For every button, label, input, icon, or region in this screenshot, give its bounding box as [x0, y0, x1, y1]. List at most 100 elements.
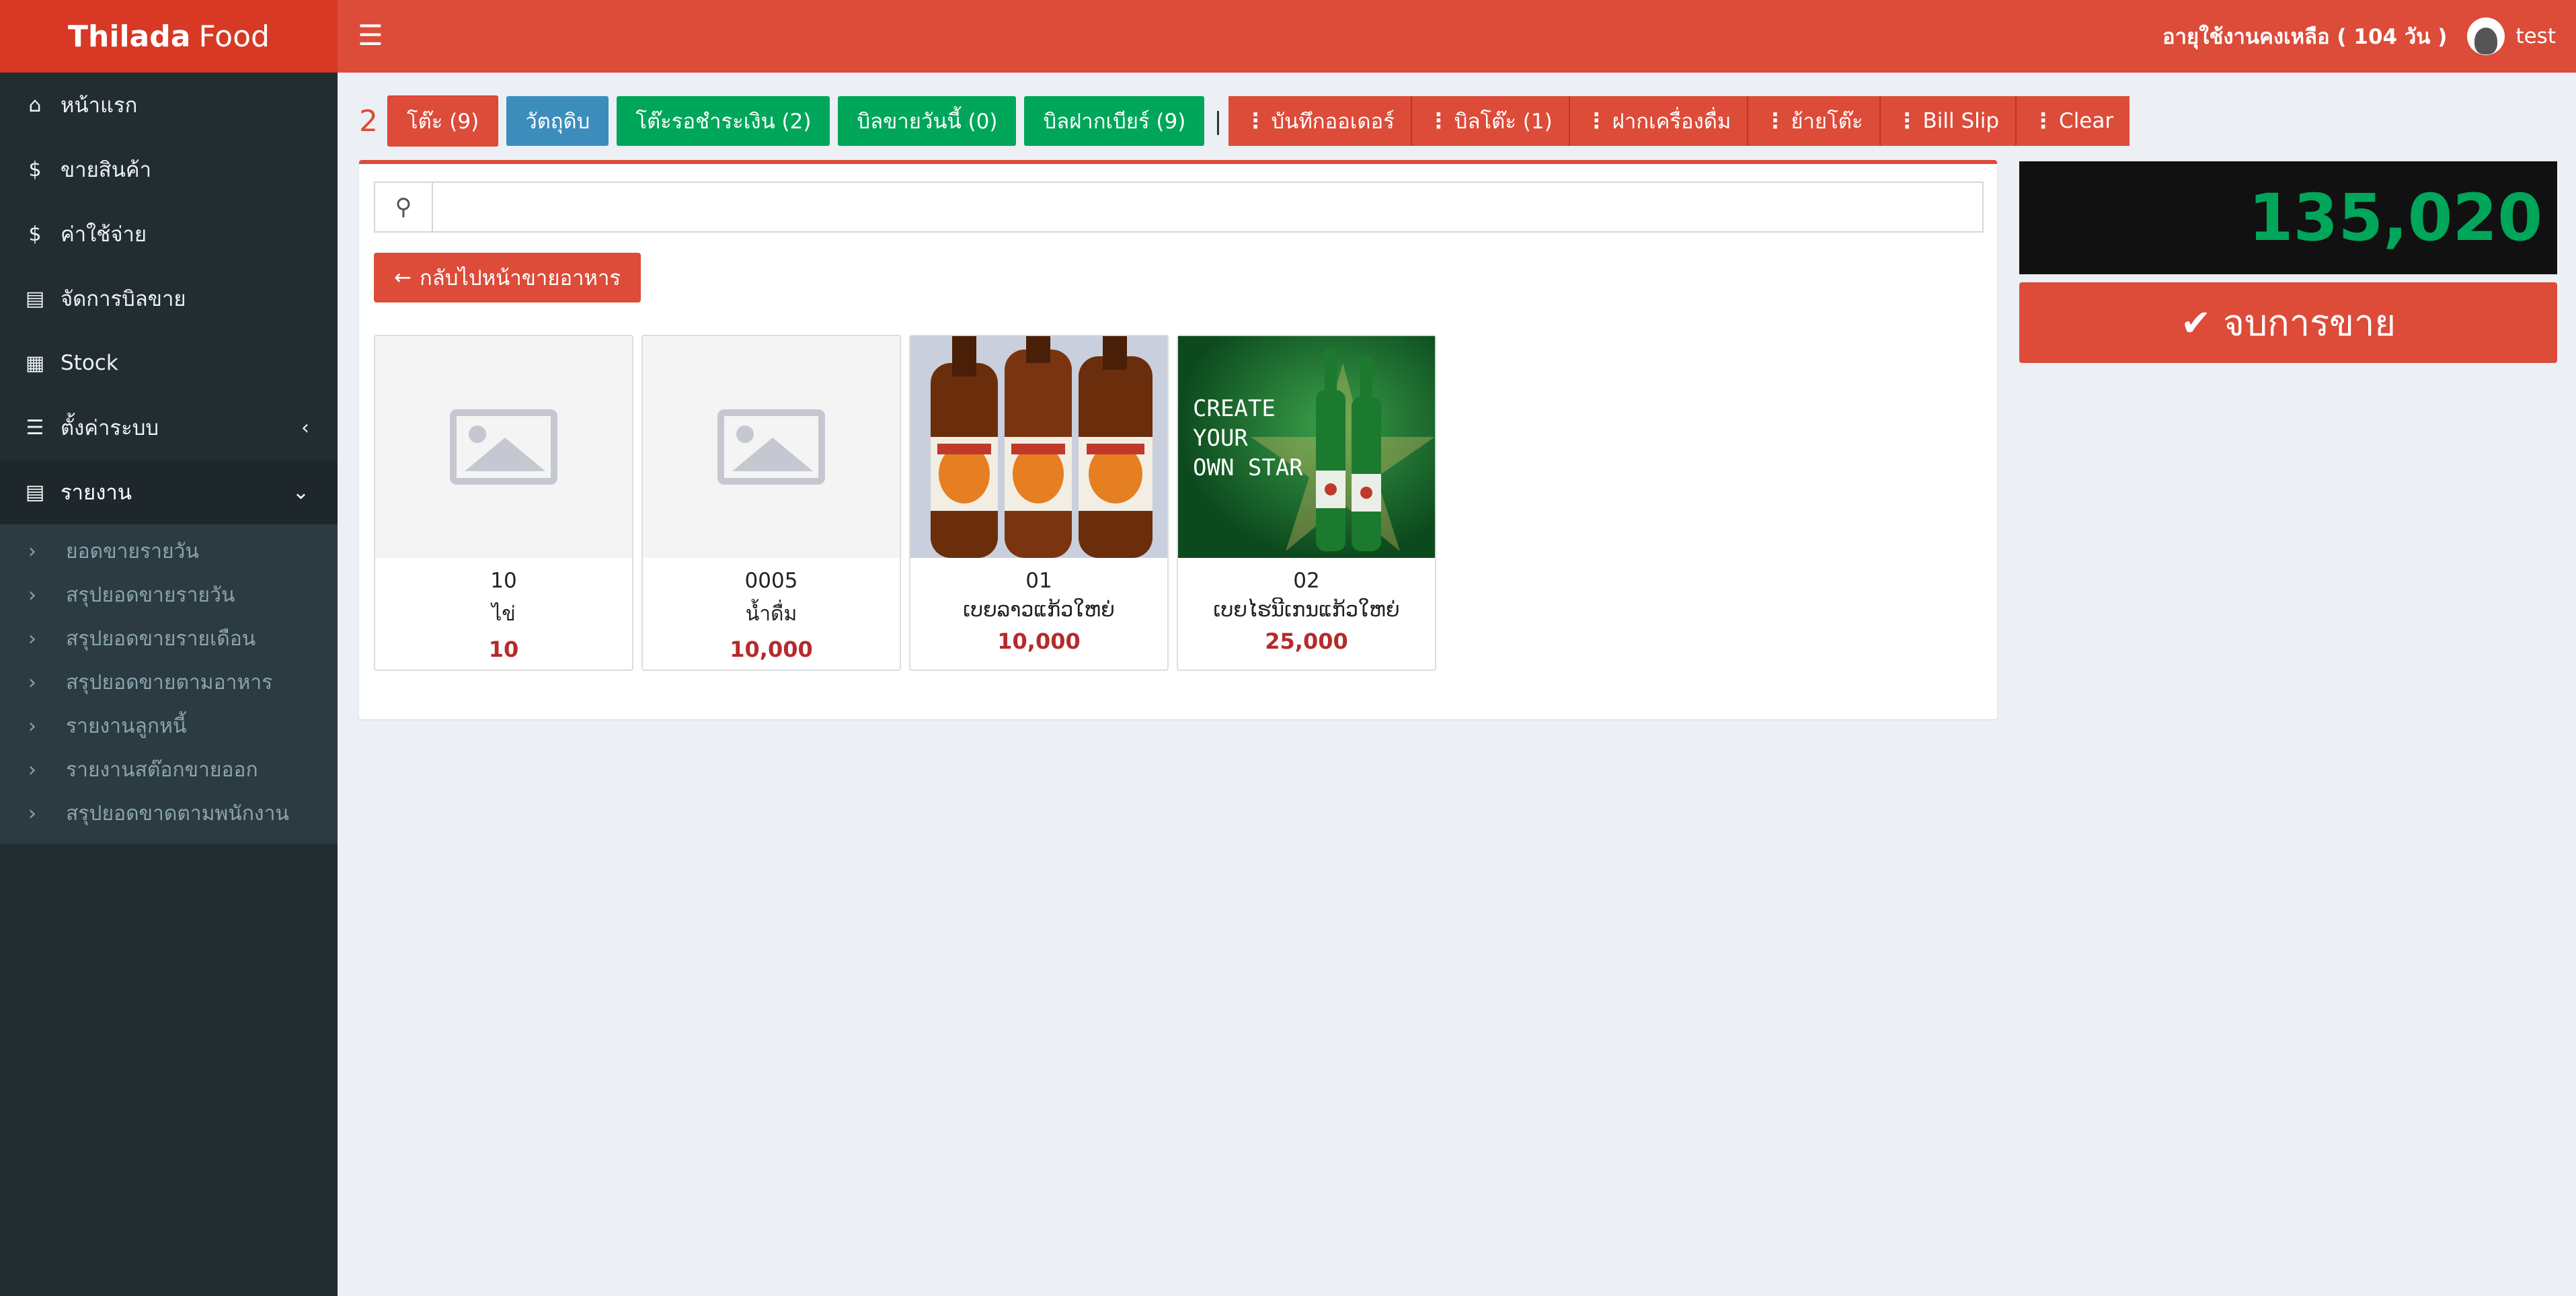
submenu-label: รายงานสต๊อกขายออก: [66, 758, 258, 782]
today-bills-button[interactable]: บิลขายวันนี้ (0): [838, 96, 1017, 146]
toolbar-separator: |: [1214, 107, 1222, 135]
clear-button[interactable]: ⋮ Clear: [2017, 96, 2130, 146]
button-label: จบการขาย: [2223, 302, 2396, 344]
brand-name-bold: Thilada: [68, 19, 191, 54]
button-label: บิลโต๊ะ (1): [1454, 110, 1553, 134]
submenu-label: ยอดขายรายวัน: [66, 540, 199, 563]
sidebar-item-label: หน้าแรก: [61, 93, 138, 118]
user-avatar[interactable]: [2467, 17, 2505, 55]
sidebar-item-label: ตั้งค่าระบบ: [61, 416, 159, 440]
button-label: กลับไปหน้าขายอาหาร: [419, 266, 621, 290]
ad-line: OWN STAR: [1193, 454, 1303, 481]
search-input[interactable]: [433, 183, 1982, 231]
arrow-left-icon: ←: [394, 266, 412, 290]
order-toolbar: 2 โต๊ะ (9) วัตถุดิบ โต๊ะรอชำระเงิน (2) บ…: [359, 95, 2130, 147]
submenu-item-monthly-summary[interactable]: › สรุปยอดขายรายเดือน: [0, 617, 338, 661]
dollar-icon: $: [28, 157, 42, 181]
move-table-button[interactable]: ⋮ ย้ายโต๊ะ: [1748, 96, 1881, 146]
button-label: ย้ายโต๊ะ: [1791, 110, 1863, 134]
beer-deposit-bills-button[interactable]: บิลฝากเบียร์ (9): [1024, 96, 1205, 146]
order-action-group: ⋮ บันทึกออเดอร์ ⋮ บิลโต๊ะ (1) ⋮ ฝากเครื่องด…: [1228, 96, 2130, 146]
product-price: 10,000: [997, 629, 1081, 654]
ad-line: CREATE: [1193, 395, 1276, 422]
dollar-icon: $: [28, 222, 42, 246]
chevron-right-icon: ›: [28, 627, 36, 651]
product-name: ไข่: [492, 602, 516, 626]
sidebar-item-label: จัดการบิลขาย: [61, 287, 186, 311]
product-price: 10,000: [730, 637, 813, 662]
product-name: ເບຍໄຮນີເກນແກ້ວໃຫຍ່: [1213, 598, 1400, 622]
chevron-down-icon: ⌄: [292, 480, 309, 504]
brand-logo[interactable]: Thilada Food: [0, 0, 338, 73]
product-name: น้ำดื่ม: [745, 602, 797, 626]
sidebar: ⌂ หน้าแรก $ ขายสินค้า $ ค่าใช้จ่าย ▤ จัด…: [0, 73, 338, 1296]
product-panel: ⚲ ← กลับไปหน้าขายอาหาร 10 ไข่ 10 0005 น้…: [359, 160, 1997, 719]
chevron-right-icon: ›: [28, 802, 36, 825]
product-card[interactable]: 0005 น้ำดื่ม 10,000: [641, 335, 901, 671]
menu-toggle-icon[interactable]: ☰: [358, 19, 383, 52]
tables-button[interactable]: โต๊ะ (9): [387, 95, 499, 147]
submenu-label: สรุปยอดขายรายเดือน: [66, 627, 256, 651]
sidebar-item-sell[interactable]: $ ขายสินค้า: [0, 137, 338, 202]
submenu-item-staff-summary[interactable]: › สรุปยอดขาดตามพนักงาน: [0, 792, 338, 836]
deposit-drink-button[interactable]: ⋮ ฝากเครื่องดื่ม: [1569, 96, 1749, 146]
sidebar-item-settings[interactable]: ☰ ตั้งค่าระบบ ‹: [0, 395, 338, 460]
product-code: 01: [1025, 569, 1052, 593]
submenu-item-stock-out[interactable]: › รายงานสต๊อกขายออก: [0, 748, 338, 792]
button-label: ฝากเครื่องดื่ม: [1612, 110, 1731, 134]
submenu-item-food-summary[interactable]: › สรุปยอดขายตามอาหาร: [0, 661, 338, 704]
chevron-right-icon: ›: [28, 715, 36, 738]
sidebar-item-expenses[interactable]: $ ค่าใช้จ่าย: [0, 202, 338, 266]
submenu-item-daily-sales[interactable]: › ยอดขายรายวัน: [0, 530, 338, 573]
submenu-label: สรุปยอดขายรายวัน: [66, 583, 235, 607]
button-label: Clear: [2059, 109, 2114, 133]
kebab-icon: ⋮: [1428, 109, 1449, 133]
submenu-item-debtors[interactable]: › รายงานลูกหนี้: [0, 704, 338, 748]
sidebar-item-manage-bills[interactable]: ▤ จัดการบิลขาย: [0, 266, 338, 331]
sidebar-item-stock[interactable]: ▦ Stock: [0, 331, 338, 395]
beerlao-product-image: [910, 336, 1167, 558]
product-code: 02: [1293, 569, 1320, 593]
waiting-payment-button[interactable]: โต๊ะรอชำระเงิน (2): [617, 96, 830, 146]
product-price: 25,000: [1265, 629, 1348, 654]
current-table-number: 2: [359, 104, 378, 138]
product-search: ⚲: [374, 181, 1984, 233]
save-order-button[interactable]: ⋮ บันทึกออเดอร์: [1228, 96, 1412, 146]
sidebar-item-home[interactable]: ⌂ หน้าแรก: [0, 73, 338, 137]
user-info: อายุใช้งานคงเหลือ ( 104 วัน ) test: [2162, 0, 2556, 73]
sidebar-item-label: ค่าใช้จ่าย: [61, 222, 147, 247]
kebab-icon: ⋮: [1764, 109, 1786, 133]
button-label: Bill Slip: [1922, 109, 2000, 133]
beer-bottles-graphic: [910, 336, 1167, 558]
sidebar-item-label: Stock: [61, 351, 118, 375]
chevron-right-icon: ›: [28, 583, 36, 607]
sidebar-item-label: ขายสินค้า: [61, 158, 152, 182]
top-navbar: ☰ อายุใช้งานคงเหลือ ( 104 วัน ) test: [338, 0, 2576, 73]
username[interactable]: test: [2515, 24, 2556, 48]
order-total-display: 135,020: [2019, 161, 2557, 274]
license-remaining: อายุใช้งานคงเหลือ ( 104 วัน ): [2162, 25, 2448, 49]
product-card[interactable]: 01 ເບຍລາວແກ້ວໃຫຍ່ 10,000: [909, 335, 1169, 671]
ingredients-button[interactable]: วัตถุดิบ: [506, 96, 609, 146]
product-code: 10: [490, 569, 517, 593]
finish-sale-button[interactable]: ✔ จบการขาย: [2019, 282, 2557, 363]
product-code: 0005: [744, 569, 798, 593]
file-icon: ▤: [25, 480, 45, 504]
check-icon: ✔: [2180, 301, 2212, 344]
kebab-icon: ⋮: [1245, 109, 1266, 133]
back-to-food-sale-button[interactable]: ← กลับไปหน้าขายอาหาร: [374, 253, 641, 302]
chevron-right-icon: ›: [28, 671, 36, 694]
kebab-icon: ⋮: [1586, 109, 1607, 133]
search-icon[interactable]: ⚲: [375, 183, 433, 231]
table-bill-button[interactable]: ⋮ บิลโต๊ะ (1): [1411, 96, 1570, 146]
product-card[interactable]: CREATE YOUR OWN STAR 02 ເບຍໄຮນີເກນແກ້ວໃຫ…: [1177, 335, 1436, 671]
kebab-icon: ⋮: [1896, 109, 1918, 133]
button-label: บันทึกออเดอร์: [1271, 110, 1395, 134]
table-icon: ▦: [25, 351, 45, 375]
chevron-right-icon: ›: [28, 758, 36, 782]
sidebar-item-reports[interactable]: ▤ รายงาน ⌄: [0, 460, 338, 524]
heineken-product-image: CREATE YOUR OWN STAR: [1178, 336, 1435, 558]
bill-slip-button[interactable]: ⋮ Bill Slip: [1880, 96, 2017, 146]
product-card[interactable]: 10 ไข่ 10: [374, 335, 633, 671]
submenu-item-daily-summary[interactable]: › สรุปยอดขายรายวัน: [0, 573, 338, 617]
